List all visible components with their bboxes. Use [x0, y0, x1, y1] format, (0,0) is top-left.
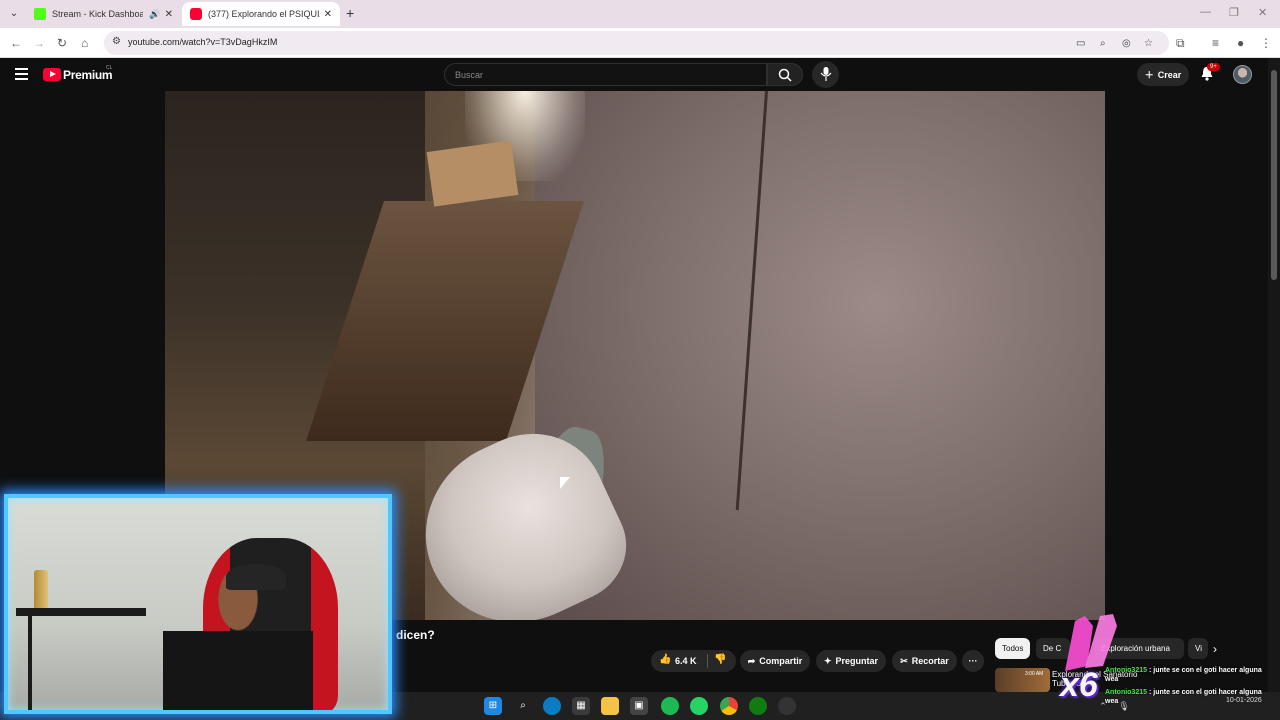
windows-start-icon[interactable]: ⊞ [484, 697, 502, 715]
chevron-right-icon[interactable]: › [1213, 642, 1217, 656]
home-icon[interactable]: ⌂ [81, 36, 88, 50]
reload-icon[interactable]: ↻ [57, 36, 67, 50]
more-actions-button[interactable]: ··· [962, 650, 984, 672]
webcam-bottle [34, 570, 48, 612]
ask-label: Preguntar [835, 656, 879, 666]
voice-search-button[interactable] [812, 61, 839, 88]
forward-icon[interactable]: → [33, 36, 45, 50]
tab-title: (377) Explorando el PSIQUIÁTRICO [208, 9, 320, 19]
tab-kick-dashboard[interactable]: Stream - Kick Dashboard 🔊 ✕ [26, 2, 181, 26]
close-tab-icon[interactable]: ✕ [165, 9, 173, 20]
xbox-icon[interactable] [749, 697, 767, 715]
plus-icon: ＋ [1144, 70, 1154, 80]
site-info-icon[interactable]: ⚙ [112, 36, 121, 47]
ask-button[interactable]: ✦ Preguntar [816, 650, 886, 672]
new-tab-icon[interactable]: + [346, 5, 354, 21]
chip-more[interactable]: Vi [1188, 638, 1208, 659]
menu-dots-icon[interactable]: ⋮ [1260, 36, 1272, 50]
youtube-icon [190, 8, 202, 20]
webcam-cap [226, 564, 286, 590]
youtube-logo-icon[interactable] [43, 68, 61, 81]
create-button[interactable]: ＋ Crear [1137, 63, 1189, 86]
chat-message: Antonio3215 : junte se con el goti hacer… [1105, 688, 1275, 706]
youtube-premium-label[interactable]: Premium [63, 68, 113, 82]
chrome-icon[interactable] [720, 697, 738, 715]
share-label: Compartir [759, 656, 803, 666]
webcam-overlay [4, 494, 392, 714]
notification-badge: 9+ [1207, 63, 1220, 71]
chip-all[interactable]: Todos [995, 638, 1031, 659]
clip-button[interactable]: ✂ Recortar [892, 650, 957, 672]
address-bar-row: ← → ↻ ⌂ ⚙ youtube.com/watch?v=T3vDagHkzI… [0, 28, 1280, 58]
cast-icon[interactable]: ▭ [1076, 38, 1085, 49]
rec-thumb-time: 3:00 AM [1025, 671, 1044, 677]
microphone-icon [820, 67, 832, 81]
like-count[interactable]: 6.4 K [675, 656, 697, 666]
eye-off-icon[interactable]: ◎ [1122, 38, 1131, 49]
sparkle-icon: ✦ [823, 655, 832, 666]
minimize-icon[interactable]: — [1200, 6, 1211, 18]
scrollbar-thumb[interactable] [1271, 70, 1277, 280]
search-icon [778, 68, 792, 82]
profile-icon[interactable]: ● [1237, 36, 1244, 50]
browser-tab-bar: ⌄ Stream - Kick Dashboard 🔊 ✕ (377) Expl… [0, 0, 1280, 28]
media-icon[interactable]: ≡ [1212, 36, 1219, 50]
close-window-icon[interactable]: ✕ [1258, 6, 1267, 19]
scissors-icon: ✂ [900, 655, 908, 666]
whatsapp-icon[interactable] [690, 697, 708, 715]
share-button[interactable]: ➦ Compartir [740, 650, 810, 672]
video-title: dicen? [396, 628, 435, 642]
edge-icon[interactable] [543, 697, 561, 715]
back-icon[interactable]: ← [10, 36, 22, 50]
address-bar[interactable]: ⚙ youtube.com/watch?v=T3vDagHkzIM ▭ ⌕ ◎ … [104, 31, 1169, 55]
recommended-thumbnail[interactable]: 3:00 AM [995, 668, 1050, 692]
extensions-icon[interactable]: ⧉ [1176, 36, 1185, 51]
speaker-icon[interactable]: 🔊 [149, 9, 160, 20]
obs-icon[interactable] [778, 697, 796, 715]
chat-username: Antonio3215 [1105, 667, 1148, 674]
like-icon[interactable]: 👍 [659, 654, 671, 665]
combo-counter: x6 [1060, 666, 1098, 704]
chat-message: Antonio3215 : junte se con el goti hacer… [1105, 666, 1275, 684]
store-icon[interactable]: ▦ [572, 697, 590, 715]
close-tab-icon[interactable]: ✕ [324, 9, 332, 20]
tab-title: Stream - Kick Dashboard [52, 9, 144, 19]
youtube-header: Premium CL Buscar ＋ Crear 9+ [0, 58, 1268, 91]
share-icon: ➦ [747, 655, 756, 666]
country-code: CL [106, 65, 113, 71]
video-frame-box [426, 140, 519, 207]
search-placeholder: Buscar [455, 70, 484, 80]
dislike-icon[interactable]: 👎 [714, 654, 726, 665]
divider [707, 654, 708, 668]
bookmark-star-icon[interactable]: ☆ [1144, 38, 1153, 49]
search-input[interactable]: Buscar [444, 63, 767, 86]
create-label: Crear [1157, 69, 1182, 80]
mouse-cursor-icon [560, 477, 570, 489]
zoom-icon[interactable]: ⌕ [1100, 38, 1106, 49]
spotify-icon[interactable] [661, 697, 679, 715]
avatar[interactable] [1233, 65, 1252, 84]
clip-label: Recortar [911, 656, 949, 666]
webcam-streamer [163, 573, 313, 710]
like-dislike-group: 👍 6.4 K 👎 [651, 650, 736, 672]
kick-icon [34, 8, 46, 20]
file-explorer-icon[interactable] [601, 697, 619, 715]
page-scrollbar[interactable] [1268, 58, 1280, 692]
search-button[interactable] [767, 63, 803, 86]
snipping-tool-icon[interactable]: ▣ [630, 697, 648, 715]
more-dots-icon: ··· [968, 656, 978, 666]
chat-username: Antonio3215 [1105, 689, 1148, 696]
menu-icon[interactable] [15, 68, 28, 83]
search-icon[interactable]: ⌕ [514, 697, 532, 715]
url-text[interactable]: youtube.com/watch?v=T3vDagHkzIM [128, 37, 277, 47]
webcam-table [16, 608, 146, 616]
tab-youtube-video[interactable]: (377) Explorando el PSIQUIÁTRICO ✕ [182, 2, 340, 26]
stream-chat-overlay: Antonio3215 : junte se con el goti hacer… [1105, 666, 1275, 710]
webcam-table-leg [28, 616, 32, 710]
tab-search-icon[interactable]: ⌄ [6, 6, 22, 22]
restore-icon[interactable]: ❐ [1229, 6, 1239, 19]
